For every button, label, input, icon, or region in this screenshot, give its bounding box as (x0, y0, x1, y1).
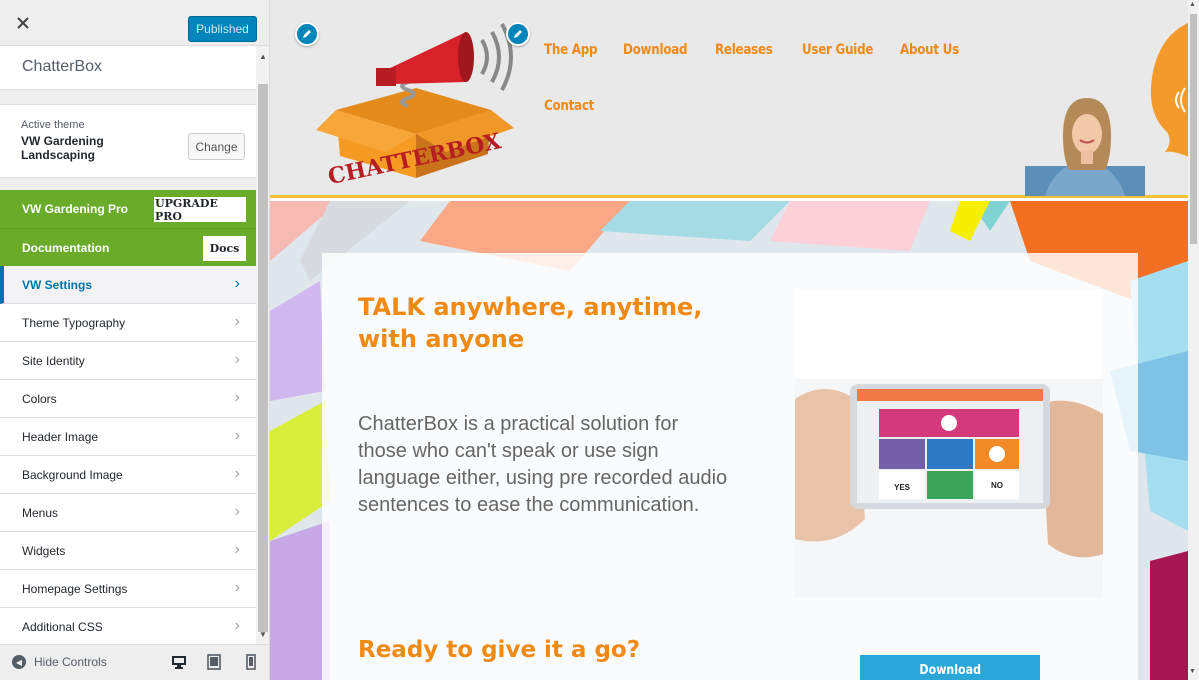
section-label: Header Image (22, 430, 99, 444)
close-icon (17, 17, 29, 29)
pencil-icon (303, 30, 311, 38)
section-theme-typography[interactable]: Theme Typography › (0, 304, 256, 342)
section-homepage-settings[interactable]: Homepage Settings › (0, 570, 256, 608)
scroll-up-arrow-icon[interactable]: ▲ (259, 52, 267, 61)
edit-menu-shortcut[interactable] (506, 22, 530, 46)
site-title: ChatterBox (22, 58, 103, 75)
chevron-right-icon: › (234, 275, 240, 292)
chatterbox-logo[interactable]: CHATTERBOX (316, 18, 516, 188)
section-additional-css[interactable]: Additional CSS › (0, 608, 256, 644)
nav-item-about-us[interactable]: About Us (900, 42, 959, 58)
tablet-preview-button[interactable] (205, 653, 223, 671)
change-theme-button[interactable]: Change (188, 133, 245, 160)
customizer-footer: ◀ Hide Controls (0, 644, 269, 680)
site-preview: CHATTERBOX The App Download Releases User G… (270, 0, 1199, 680)
mobile-icon (246, 654, 256, 670)
customizer-sidebar: Published ChatterBox Active theme VW Gar… (0, 0, 270, 680)
active-theme-section: Active theme VW Gardening Landscaping Ch… (0, 104, 256, 178)
section-label: Additional CSS (22, 620, 103, 634)
section-site-identity[interactable]: Site Identity › (0, 342, 256, 380)
phone-yes-label: YES (894, 483, 911, 492)
pro-label: VW Gardening Pro (22, 202, 129, 216)
scroll-up-arrow-icon[interactable]: ▲ (1189, 1, 1196, 8)
section-menus[interactable]: Menus › (0, 494, 256, 532)
section-label: Colors (22, 392, 57, 406)
chevron-right-icon: › (234, 579, 240, 596)
nav-item-user-guide[interactable]: User Guide (802, 42, 873, 58)
nav-item-contact[interactable]: Contact (544, 98, 594, 114)
published-button[interactable]: Published (188, 16, 257, 42)
documentation-row: Documentation Docs (0, 228, 256, 266)
chevron-right-icon: › (234, 313, 240, 330)
tablet-icon (207, 654, 221, 670)
customizer-header: Published (0, 0, 269, 46)
download-button[interactable]: Download (860, 655, 1040, 680)
chevron-right-icon: › (234, 541, 240, 558)
chevron-right-icon: › (234, 427, 240, 444)
desktop-icon (172, 656, 186, 669)
hero-title: TALK anywhere, anytime, with anyone (358, 293, 703, 353)
edit-logo-shortcut[interactable] (295, 22, 319, 46)
nav-item-the-app[interactable]: The App (544, 42, 598, 58)
section-colors[interactable]: Colors › (0, 380, 256, 418)
sidebar-scrollbar[interactable]: ▲ ▼ (256, 46, 269, 644)
chevron-right-icon: › (234, 465, 240, 482)
section-label: VW Settings (22, 278, 93, 292)
section-label: Theme Typography (22, 316, 126, 330)
chevron-right-icon: › (234, 617, 240, 634)
chevron-right-icon: › (234, 389, 240, 406)
upgrade-pro-button[interactable]: UPGRADE PRO (154, 197, 246, 223)
mobile-preview-button[interactable] (242, 653, 260, 671)
download-button-label: Download (919, 662, 981, 678)
site-header: CHATTERBOX The App Download Releases User G… (270, 0, 1195, 198)
nav-item-releases[interactable]: Releases (715, 42, 773, 58)
scroll-down-arrow-icon[interactable]: ▼ (259, 630, 267, 639)
nav-item-download[interactable]: Download (623, 42, 688, 58)
section-header-image[interactable]: Header Image › (0, 418, 256, 456)
pro-row: VW Gardening Pro UPGRADE PRO (0, 190, 256, 228)
hero-description: ChatterBox is a practical solution for t… (358, 413, 728, 516)
active-theme-label: Active theme (21, 119, 85, 131)
section-vw-settings[interactable]: VW Settings › (0, 266, 256, 304)
scroll-down-arrow-icon[interactable]: ▼ (1189, 668, 1196, 675)
section-label: Homepage Settings (22, 582, 128, 596)
chevron-right-icon: › (234, 351, 240, 368)
section-label: Menus (22, 506, 59, 520)
pencil-icon (514, 30, 522, 38)
section-background-image[interactable]: Background Image › (0, 456, 256, 494)
scrollbar-thumb[interactable] (258, 84, 268, 632)
customizer-panel: ChatterBox Active theme VW Gardening Lan… (0, 46, 256, 644)
active-theme-name: VW Gardening Landscaping (21, 134, 104, 162)
collapse-icon: ◀ (12, 655, 26, 669)
woman-photo (1025, 98, 1145, 196)
desktop-preview-button[interactable] (170, 653, 188, 671)
close-button[interactable] (0, 0, 46, 46)
docs-button[interactable]: Docs (203, 236, 246, 261)
section-label: Background Image (22, 468, 123, 482)
chevron-right-icon: › (234, 503, 240, 520)
phone-no-label: NO (991, 481, 1003, 490)
hero-section: TALK anywhere, anytime, with anyone Chat… (270, 201, 1188, 680)
scrollbar-thumb[interactable] (1190, 14, 1197, 244)
ready-heading: Ready to give it a go? (358, 637, 641, 663)
section-widgets[interactable]: Widgets › (0, 532, 256, 570)
preview-scrollbar[interactable]: ▲ ▼ (1188, 0, 1199, 680)
hide-controls-button[interactable]: ◀ Hide Controls (12, 655, 107, 669)
section-label: Widgets (22, 544, 66, 558)
app-photo: YES NO (795, 289, 1103, 598)
hide-controls-label: Hide Controls (34, 655, 107, 669)
documentation-label: Documentation (22, 241, 110, 255)
site-title-section: ChatterBox (0, 46, 256, 90)
section-label: Site Identity (22, 354, 85, 368)
